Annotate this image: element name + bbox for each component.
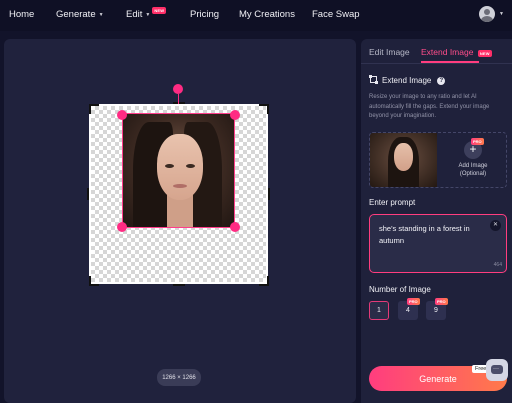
pro-badge: PRO <box>471 138 484 145</box>
resize-handle-bottom-left[interactable] <box>117 222 127 232</box>
photo-eye-shape <box>186 164 195 168</box>
frame-edge-handle[interactable] <box>268 188 270 200</box>
source-thumbnail[interactable] <box>370 133 437 187</box>
avatar-body-shape <box>481 16 493 22</box>
pro-badge: PRO <box>407 298 420 305</box>
rotate-handle[interactable] <box>173 84 183 94</box>
nav-generate[interactable]: Generate ▼ <box>56 9 104 20</box>
clear-prompt-icon[interactable]: ✕ <box>490 220 501 231</box>
number-option-1[interactable]: 1 <box>369 301 389 320</box>
avatar-head-shape <box>484 9 490 15</box>
frame-corner-handle[interactable] <box>259 104 269 114</box>
rotate-line <box>178 94 179 104</box>
resize-handle-top-right[interactable] <box>230 110 240 120</box>
help-icon[interactable]: ? <box>437 77 446 85</box>
prompt-char-counter: 464 <box>493 262 502 268</box>
chat-dots-icon: ··· <box>493 366 499 372</box>
enter-prompt-heading: Enter prompt <box>369 198 416 207</box>
extend-image-heading: Extend Image? <box>369 75 446 85</box>
photo-eye-shape <box>165 164 174 168</box>
new-badge: NEW <box>152 7 167 14</box>
nav-edit[interactable]: Edit ▼ NEW <box>126 7 167 20</box>
nav-face-swap[interactable]: Face Swap <box>312 9 360 20</box>
photo-face-shape <box>157 134 203 200</box>
extend-image-title: Extend Image <box>382 76 432 85</box>
resize-handle-top-left[interactable] <box>117 110 127 120</box>
resize-handle-bottom-right[interactable] <box>230 222 240 232</box>
frame-edge-handle[interactable] <box>173 284 185 286</box>
nav-generate-label: Generate <box>56 9 96 20</box>
chat-support-button[interactable]: ··· <box>486 359 508 381</box>
extend-description: Resize your image to any ratio and let A… <box>369 94 490 119</box>
source-photo[interactable] <box>122 113 235 228</box>
frame-corner-handle[interactable] <box>89 104 99 114</box>
crop-frame-icon <box>369 75 378 84</box>
nav-edit-label: Edit <box>126 9 143 20</box>
nav-home[interactable]: Home <box>9 9 34 20</box>
top-nav: Home Generate ▼ Edit ▼ NEW Pricing My Cr… <box>0 0 512 31</box>
prompt-input[interactable]: she's standing in a forest in autumn ✕ 4… <box>369 214 507 273</box>
photo-lip-shape <box>173 184 187 188</box>
tab-extend-image[interactable]: Extend Image NEW <box>421 47 492 57</box>
number-of-image-heading: Number of Image <box>369 285 431 294</box>
nav-my-creations[interactable]: My Creations <box>239 9 295 20</box>
tab-divider <box>361 63 512 64</box>
frame-edge-handle[interactable] <box>87 188 89 200</box>
tab-edit-image[interactable]: Edit Image <box>369 47 410 57</box>
new-badge: NEW <box>477 50 492 57</box>
frame-corner-handle[interactable] <box>89 276 99 286</box>
prompt-text[interactable]: she's standing in a forest in autumn <box>379 223 484 247</box>
tab-extend-image-label: Extend Image <box>421 47 474 57</box>
caret-down-icon[interactable]: ▼ <box>499 11 504 17</box>
frame-edge-handle[interactable] <box>173 102 185 104</box>
dimensions-badge: 1266 × 1266 <box>157 369 201 386</box>
thumb-face-shape <box>394 143 413 171</box>
add-image-label[interactable]: Add Image (Optional) <box>449 162 497 178</box>
caret-down-icon: ▼ <box>98 12 104 18</box>
pro-badge: PRO <box>435 298 448 305</box>
nav-pricing[interactable]: Pricing <box>190 9 219 20</box>
frame-corner-handle[interactable] <box>259 276 269 286</box>
settings-panel: Edit Image Extend Image NEW Extend Image… <box>361 39 512 403</box>
user-avatar-icon[interactable] <box>479 6 495 22</box>
caret-down-icon: ▼ <box>145 12 151 18</box>
